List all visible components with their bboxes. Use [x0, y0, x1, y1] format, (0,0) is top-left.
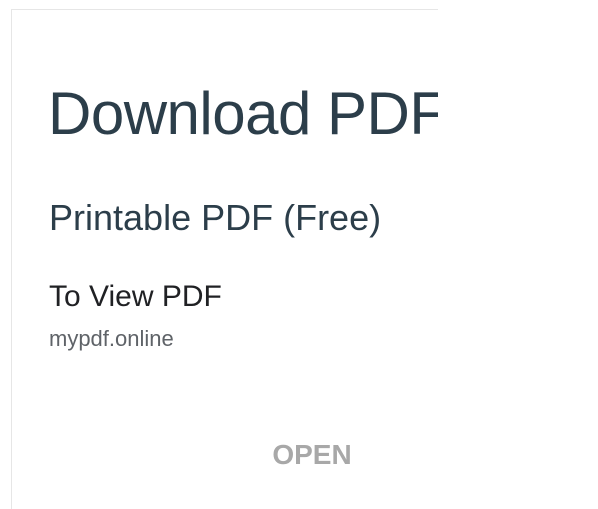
ad-subhead[interactable]: Printable PDF (Free): [49, 200, 381, 236]
ad-card[interactable]: Download PDF Printable PDF (Free) To Vie…: [11, 9, 438, 509]
open-button[interactable]: OPEN: [242, 430, 382, 480]
ad-domain[interactable]: mypdf.online: [49, 328, 174, 350]
ad-description: To View PDF: [49, 280, 222, 313]
ad-headline[interactable]: Download PDF: [48, 84, 438, 144]
